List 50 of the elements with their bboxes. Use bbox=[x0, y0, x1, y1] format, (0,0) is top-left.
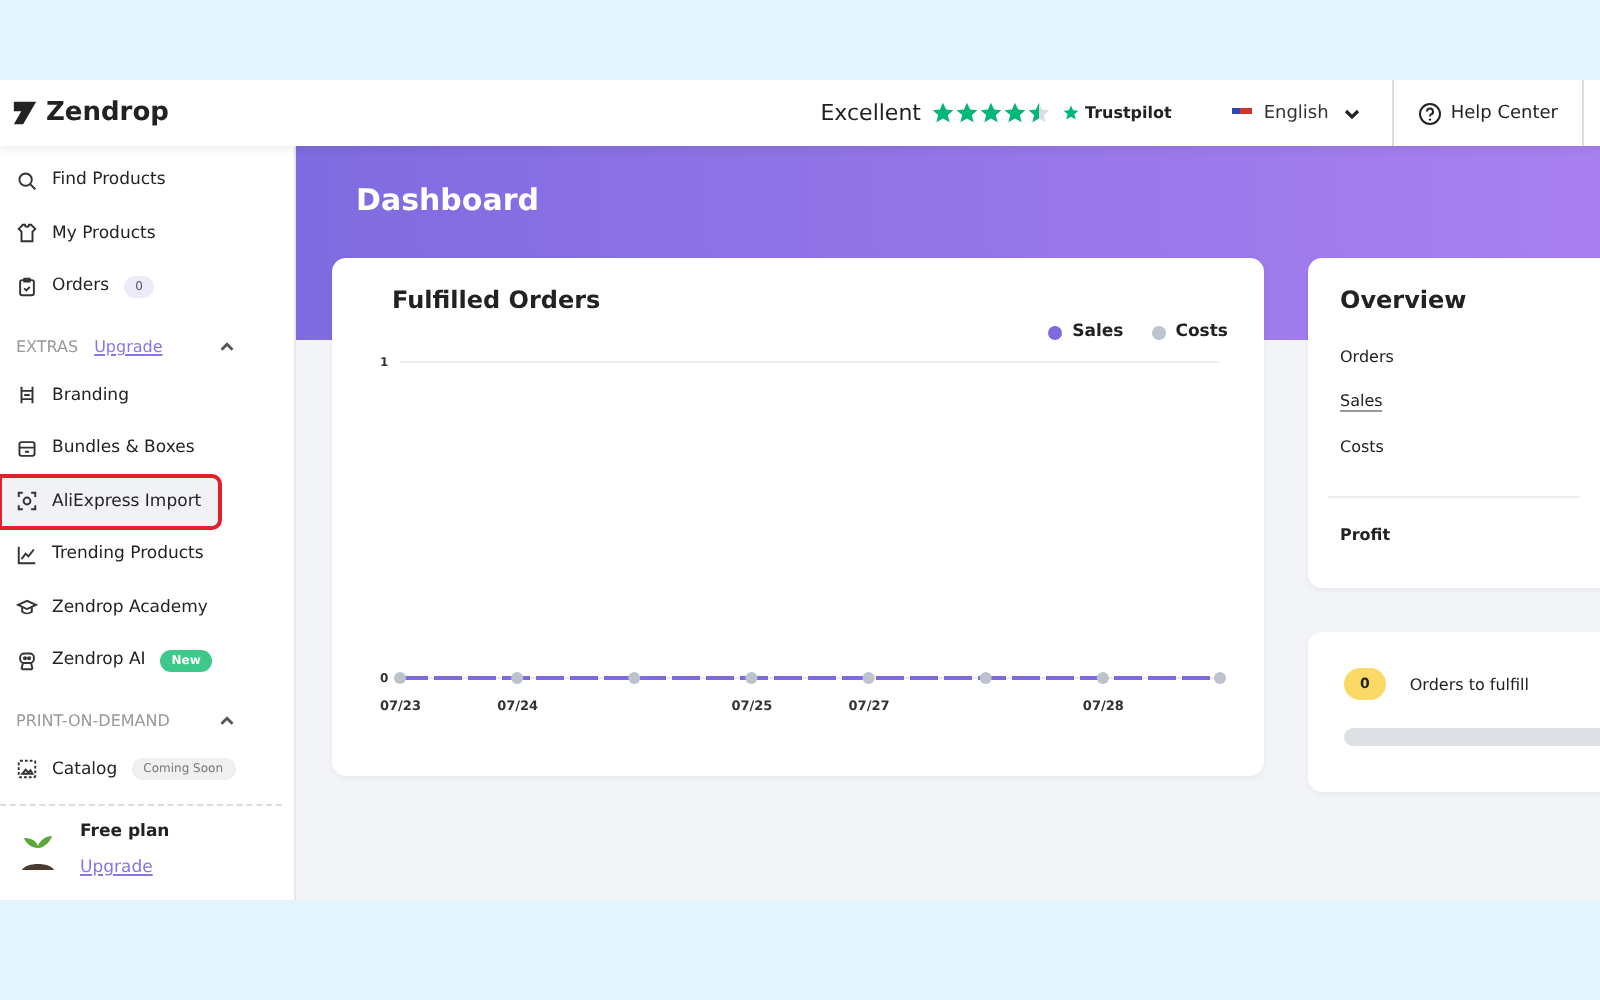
scan-icon bbox=[16, 490, 38, 513]
upgrade-link[interactable]: Upgrade bbox=[80, 858, 153, 878]
shirt-icon bbox=[16, 222, 38, 245]
overview-label: Sales bbox=[1340, 392, 1383, 412]
search-icon bbox=[16, 169, 38, 192]
sidebar-item[interactable]: Zendrop Academy bbox=[0, 581, 266, 634]
logo-text: Zendrop bbox=[46, 98, 169, 128]
card-title: Overview bbox=[1340, 286, 1469, 314]
data-point bbox=[628, 672, 641, 684]
flag-icon bbox=[1231, 107, 1252, 119]
sidebar-item[interactable]: My Products bbox=[0, 207, 266, 260]
overview-label: Costs bbox=[1340, 438, 1384, 456]
data-point bbox=[511, 672, 524, 684]
sidebar-item[interactable]: AliExpress Import bbox=[0, 475, 220, 528]
help-icon bbox=[1418, 101, 1443, 125]
sidebar-item[interactable]: Find Products bbox=[0, 154, 266, 207]
overview-label: Orders bbox=[1340, 348, 1394, 366]
section-title: PRINT-ON-DEMAND bbox=[16, 712, 170, 730]
star-icon bbox=[932, 102, 955, 124]
upgrade-link[interactable]: Upgrade bbox=[94, 338, 163, 356]
legend-label: Costs bbox=[1175, 322, 1228, 342]
star-icon bbox=[980, 102, 1003, 124]
data-point bbox=[745, 672, 758, 684]
clipboard-icon bbox=[16, 275, 38, 298]
star-icon bbox=[1004, 102, 1027, 124]
data-point bbox=[979, 672, 992, 684]
rating-label: Excellent bbox=[820, 100, 921, 126]
cap-icon bbox=[16, 596, 38, 619]
sidebar-item[interactable]: Branding bbox=[0, 369, 266, 422]
logo-icon bbox=[12, 100, 38, 126]
data-point bbox=[1096, 672, 1109, 684]
profit-label: Profit bbox=[1340, 526, 1393, 544]
image-icon bbox=[16, 758, 38, 781]
fulfill-label: Orders to fulfill bbox=[1409, 675, 1529, 693]
data-point bbox=[862, 672, 875, 684]
star-icon bbox=[956, 102, 979, 124]
sidebar-item[interactable]: Trending Products bbox=[0, 528, 266, 581]
sidebar-item[interactable]: Bundles & Boxes bbox=[0, 422, 266, 475]
star-icon bbox=[1028, 102, 1051, 124]
card-title: Fulfilled Orders bbox=[392, 286, 603, 314]
plan-name: Free plan bbox=[80, 822, 170, 842]
trend-icon bbox=[16, 543, 38, 566]
trustpilot-logo: Trustpilot bbox=[1062, 104, 1172, 122]
section-title: EXTRAS bbox=[16, 338, 79, 356]
data-point bbox=[1214, 672, 1226, 684]
robot-icon bbox=[16, 649, 38, 672]
page-title: Dashboard bbox=[356, 182, 541, 218]
box-icon bbox=[16, 437, 38, 460]
data-point bbox=[394, 672, 406, 684]
legend-label: Sales bbox=[1072, 322, 1124, 342]
